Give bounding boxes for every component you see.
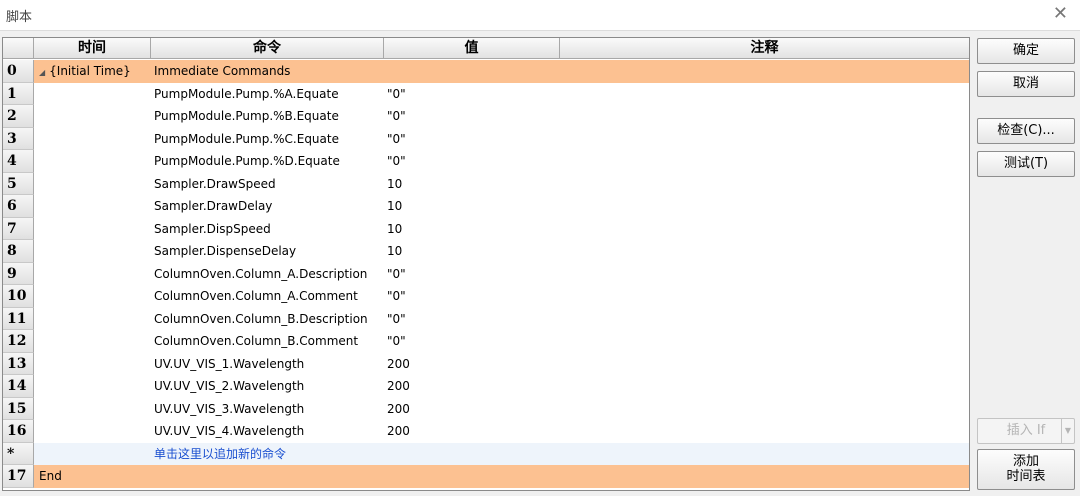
row-number[interactable]: * (3, 442, 34, 465)
column-header-comment[interactable]: 注释 (560, 38, 969, 59)
row-number[interactable]: 9 (3, 262, 34, 285)
value-cell[interactable]: 10 (387, 240, 402, 263)
table-row[interactable]: 12 ColumnOven.Column_B.Comment "0" (3, 330, 969, 353)
add-timetable-label-line2: 时间表 (1006, 469, 1046, 484)
table-row[interactable]: 6 Sampler.DrawDelay 10 (3, 195, 969, 218)
insert-if-button: 插入 If ▼ (977, 418, 1075, 444)
command-cell[interactable]: ColumnOven.Column_B.Comment (154, 330, 358, 353)
table-row[interactable]: 2 PumpModule.Pump.%B.Equate "0" (3, 105, 969, 128)
value-cell[interactable]: 10 (387, 173, 402, 196)
row-number[interactable]: 4 (3, 150, 34, 173)
time-text: {Initial Time} (49, 64, 131, 78)
command-cell[interactable]: UV.UV_VIS_1.Wavelength (154, 353, 304, 376)
row-number[interactable]: 7 (3, 217, 34, 240)
row-number[interactable]: 14 (3, 375, 34, 398)
ok-button[interactable]: 确定 (977, 38, 1075, 64)
table-row[interactable]: 15 UV.UV_VIS_3.Wavelength 200 (3, 397, 969, 421)
close-icon[interactable]: ✕ (1053, 3, 1068, 24)
table-row[interactable]: 14 UV.UV_VIS_2.Wavelength 200 (3, 375, 969, 398)
insert-if-label: 插入 If (1006, 423, 1046, 438)
column-header-value[interactable]: 值 (384, 38, 560, 59)
value-cell[interactable]: "0" (387, 308, 406, 331)
check-button[interactable]: 检查(C)... (977, 118, 1075, 144)
value-cell[interactable]: "0" (387, 263, 406, 286)
command-cell[interactable]: PumpModule.Pump.%D.Equate (154, 150, 340, 173)
script-grid[interactable]: 时间 命令 值 注释 0 ◢ {Initial Time} Immediate Com… (2, 37, 970, 491)
command-cell[interactable]: Sampler.DrawDelay (154, 195, 272, 218)
row-number[interactable]: 8 (3, 240, 34, 263)
column-header-time[interactable]: 时间 (34, 38, 151, 59)
table-row[interactable]: 1 PumpModule.Pump.%A.Equate "0" (3, 82, 969, 106)
row-number[interactable]: 12 (3, 330, 34, 353)
table-row[interactable]: 0 ◢ {Initial Time} Immediate Commands (3, 60, 969, 83)
time-cell[interactable]: ◢ {Initial Time} (39, 60, 131, 83)
window-title: 脚本 (6, 10, 33, 25)
row-number[interactable]: 3 (3, 127, 34, 150)
table-row[interactable]: 8 Sampler.DispenseDelay 10 (3, 240, 969, 263)
command-cell[interactable]: Sampler.DispSpeed (154, 218, 271, 241)
cancel-button[interactable]: 取消 (977, 71, 1075, 97)
command-cell[interactable]: Sampler.DrawSpeed (154, 173, 276, 196)
expand-triangle-icon[interactable]: ◢ (39, 68, 45, 77)
value-cell[interactable]: 10 (387, 195, 402, 218)
table-row[interactable]: 9 ColumnOven.Column_A.Description "0" (3, 262, 969, 286)
row-number[interactable]: 2 (3, 105, 34, 128)
row-number[interactable]: 0 (3, 60, 34, 83)
command-cell[interactable]: PumpModule.Pump.%A.Equate (154, 83, 339, 106)
table-row[interactable]: 10 ColumnOven.Column_A.Comment "0" (3, 285, 969, 308)
value-cell[interactable]: "0" (387, 128, 406, 151)
command-cell[interactable]: ColumnOven.Column_B.Description (154, 308, 368, 331)
row-number[interactable]: 1 (3, 82, 34, 105)
command-cell[interactable]: 单击这里以追加新的命令 (154, 443, 286, 466)
value-cell[interactable]: 10 (387, 218, 402, 241)
row-number[interactable]: 15 (3, 397, 34, 420)
dropdown-arrow-icon: ▼ (1061, 419, 1074, 443)
value-cell[interactable]: "0" (387, 150, 406, 173)
command-cell[interactable]: Immediate Commands (154, 60, 290, 83)
add-timetable-button[interactable]: 添加 时间表 (977, 449, 1075, 490)
command-cell[interactable]: ColumnOven.Column_A.Description (154, 263, 367, 286)
test-button[interactable]: 测试(T) (977, 151, 1075, 177)
value-cell[interactable]: 200 (387, 420, 410, 443)
row-number[interactable]: 11 (3, 307, 34, 330)
row-number[interactable]: 17 (3, 465, 34, 488)
table-row[interactable]: 3 PumpModule.Pump.%C.Equate "0" (3, 127, 969, 151)
command-cell[interactable]: UV.UV_VIS_2.Wavelength (154, 375, 304, 398)
table-row[interactable]: 13 UV.UV_VIS_1.Wavelength 200 (3, 352, 969, 376)
row-number[interactable]: 13 (3, 352, 34, 375)
value-cell[interactable]: 200 (387, 353, 410, 376)
command-cell[interactable]: PumpModule.Pump.%B.Equate (154, 105, 339, 128)
table-row[interactable]: 16 UV.UV_VIS_4.Wavelength 200 (3, 420, 969, 443)
command-cell[interactable]: ColumnOven.Column_A.Comment (154, 285, 358, 308)
value-cell[interactable]: 200 (387, 398, 410, 421)
new-command-row[interactable]: * 单击这里以追加新的命令 (3, 442, 969, 466)
row-number[interactable]: 6 (3, 195, 34, 218)
command-cell[interactable]: Sampler.DispenseDelay (154, 240, 296, 263)
value-cell[interactable]: "0" (387, 105, 406, 128)
table-row[interactable]: 4 PumpModule.Pump.%D.Equate "0" (3, 150, 969, 173)
time-text: End (39, 469, 62, 483)
time-cell[interactable]: End (39, 465, 62, 488)
table-row[interactable]: 7 Sampler.DispSpeed 10 (3, 217, 969, 241)
row-number[interactable]: 5 (3, 172, 34, 195)
row-number[interactable]: 16 (3, 420, 34, 443)
value-cell[interactable]: 200 (387, 375, 410, 398)
add-timetable-label-line1: 添加 (1012, 454, 1039, 469)
value-cell[interactable]: "0" (387, 83, 406, 106)
column-header-command[interactable]: 命令 (151, 38, 384, 59)
command-cell[interactable]: UV.UV_VIS_4.Wavelength (154, 420, 304, 443)
title-bar: 脚本 ✕ (0, 0, 1080, 30)
command-cell[interactable]: PumpModule.Pump.%C.Equate (154, 128, 339, 151)
row-header-corner (3, 38, 34, 59)
value-cell[interactable]: "0" (387, 285, 406, 308)
table-row[interactable]: 17 End (3, 465, 969, 488)
row-number[interactable]: 10 (3, 285, 34, 308)
value-cell[interactable]: "0" (387, 330, 406, 353)
command-cell[interactable]: UV.UV_VIS_3.Wavelength (154, 398, 304, 421)
table-row[interactable]: 11 ColumnOven.Column_B.Description "0" (3, 307, 969, 331)
table-row[interactable]: 5 Sampler.DrawSpeed 10 (3, 172, 969, 196)
